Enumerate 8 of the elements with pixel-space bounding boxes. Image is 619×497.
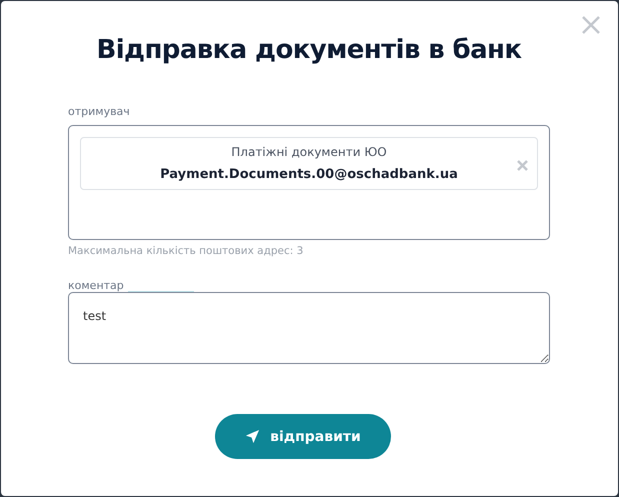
recipient-email: Payment.Documents.00@oschadbank.ua <box>160 167 458 182</box>
dialog-title: Відправка документів в банк <box>96 35 522 65</box>
recipient-field[interactable]: Платіжні документи ЮО Payment.Documents.00@oschadbank.ua <box>68 125 550 240</box>
recipient-name: Платіжні документи ЮО <box>231 145 387 159</box>
field-label: отримувач <box>68 105 130 118</box>
hint-text: Максимальна кількість поштових адрес: 3 <box>68 245 304 257</box>
comment-field[interactable]: test <box>68 292 550 364</box>
send-button[interactable]: відправити <box>215 414 391 459</box>
